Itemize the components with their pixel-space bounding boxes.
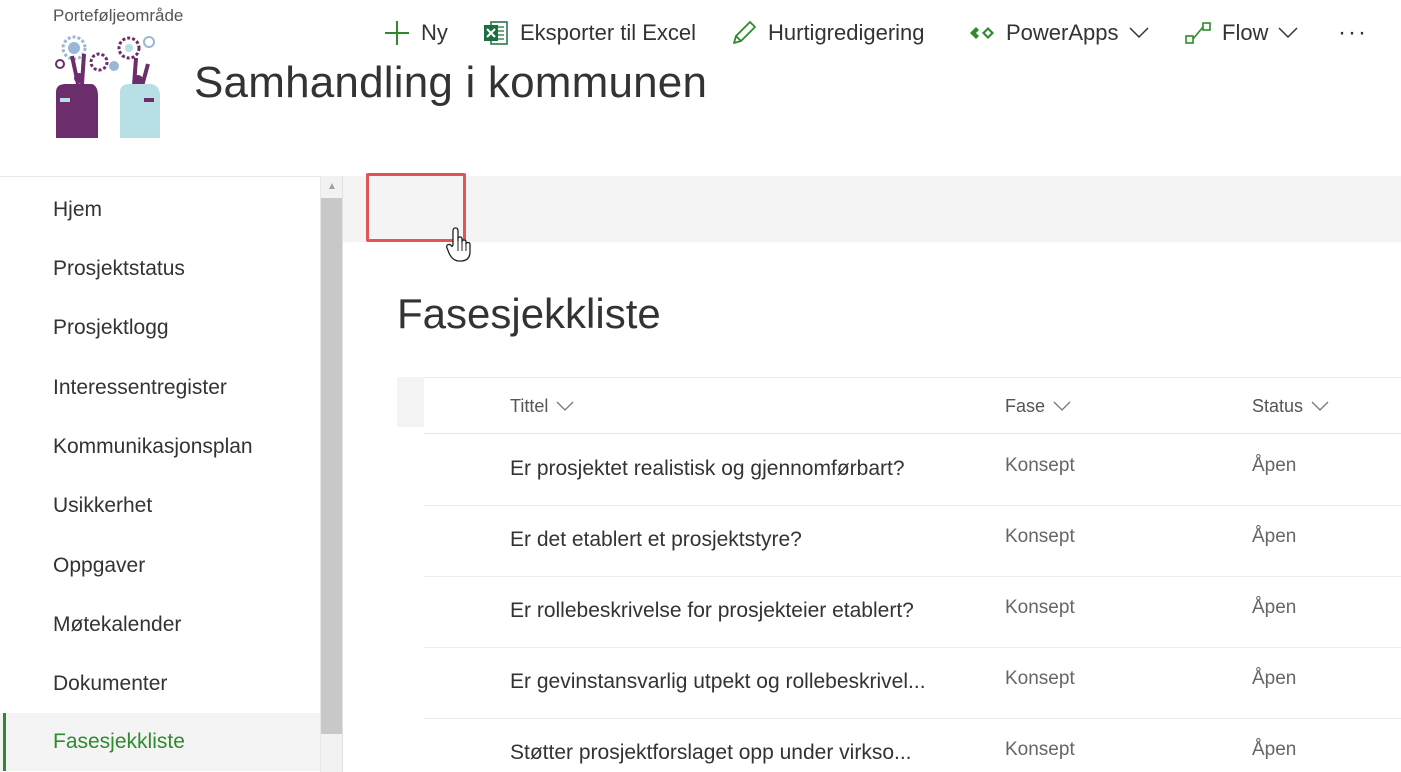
table-row[interactable]: Er rollebeskrivelse for prosjekteier eta… [424,577,1401,648]
flow-button[interactable]: Flow [1184,0,1298,66]
nav-item-interessentregister[interactable]: Interessentregister [0,359,320,417]
cell-status: Åpen [1252,739,1297,760]
column-header-fase[interactable]: Fase [1005,378,1071,435]
powerapps-label: PowerApps [1006,20,1119,45]
cell-fase: Konsept [1005,739,1075,760]
cell-title[interactable]: Er det etablert et prosjektstyre? [510,528,802,552]
nav-scrollbar[interactable]: ▲ [320,176,343,772]
cell-fase: Konsept [1005,455,1075,476]
export-excel-button[interactable]: Eksporter til Excel [482,0,696,66]
powerapps-icon [968,19,996,47]
plus-icon [383,19,411,47]
nav-item-motekalender[interactable]: Møtekalender [0,596,320,654]
quick-edit-label: Hurtigredigering [768,20,925,45]
column-header-status[interactable]: Status [1252,378,1329,435]
quick-edit-button[interactable]: Hurtigredigering [730,0,925,66]
cell-status: Åpen [1252,455,1297,476]
table-header: Tittel Fase Status [424,377,1401,434]
nav-item-prosjektstatus[interactable]: Prosjektstatus [0,240,320,298]
breadcrumb[interactable]: Porteføljeområde [53,6,183,26]
command-bar [343,176,1401,242]
scroll-thumb[interactable] [321,198,343,734]
pencil-icon [730,19,758,47]
chevron-down-icon [1311,401,1329,412]
nav-item-hjem[interactable]: Hjem [0,181,320,239]
cell-status: Åpen [1252,668,1297,689]
nav-item-usikkerhet[interactable]: Usikkerhet [0,477,320,535]
table-row[interactable]: Støtter prosjektforslaget opp under virk… [424,719,1401,772]
list-title: Fasesjekkliste [397,290,661,337]
nav-item-fasesjekkliste[interactable]: Fasesjekkliste [0,713,320,771]
new-button-label: Ny [421,20,448,45]
chevron-down-icon [556,401,574,412]
site-logo[interactable] [52,34,164,140]
nav-item-dokumenter[interactable]: Dokumenter [0,655,320,713]
cell-status: Åpen [1252,597,1297,618]
select-all-column[interactable] [397,377,424,427]
table-row[interactable]: Er gevinstansvarlig utpekt og rollebeskr… [424,648,1401,719]
left-navigation: Hjem Prosjektstatus Prosjektlogg Interes… [0,176,320,772]
cell-title[interactable]: Er gevinstansvarlig utpekt og rollebeskr… [510,670,926,694]
table-row[interactable]: Er prosjektet realistisk og gjennomførba… [424,435,1401,506]
column-header-title[interactable]: Tittel [510,378,574,435]
table-row[interactable]: Er det etablert et prosjektstyre? Konsep… [424,506,1401,577]
column-header-label: Fase [1005,396,1046,416]
column-header-label: Status [1252,396,1304,416]
chevron-down-icon [1278,27,1298,39]
cell-title[interactable]: Er rollebeskrivelse for prosjekteier eta… [510,599,914,623]
scroll-up-arrow-icon[interactable]: ▲ [321,178,343,196]
collaboration-logo-icon [55,35,160,138]
column-header-label: Tittel [510,396,549,416]
cell-fase: Konsept [1005,526,1075,547]
hand-cursor-icon [446,227,472,263]
flow-label: Flow [1222,20,1269,45]
cell-fase: Konsept [1005,597,1075,618]
divider [342,176,343,772]
chevron-down-icon [1128,27,1149,39]
powerapps-button[interactable]: PowerApps [968,0,1149,66]
new-button[interactable]: Ny [383,0,448,66]
export-excel-label: Eksporter til Excel [520,20,697,45]
cell-title[interactable]: Støtter prosjektforslaget opp under virk… [510,741,912,765]
nav-item-prosjektlogg[interactable]: Prosjektlogg [0,299,320,357]
more-options-button[interactable]: ··· [1338,0,1368,66]
flow-icon [1184,19,1212,47]
chevron-down-icon [1053,401,1071,412]
cell-fase: Konsept [1005,668,1075,689]
nav-item-oppgaver[interactable]: Oppgaver [0,537,320,595]
cell-title[interactable]: Er prosjektet realistisk og gjennomførba… [510,457,905,481]
nav-item-kommunikasjonsplan[interactable]: Kommunikasjonsplan [0,418,320,476]
cell-status: Åpen [1252,526,1297,547]
excel-icon [482,19,510,47]
